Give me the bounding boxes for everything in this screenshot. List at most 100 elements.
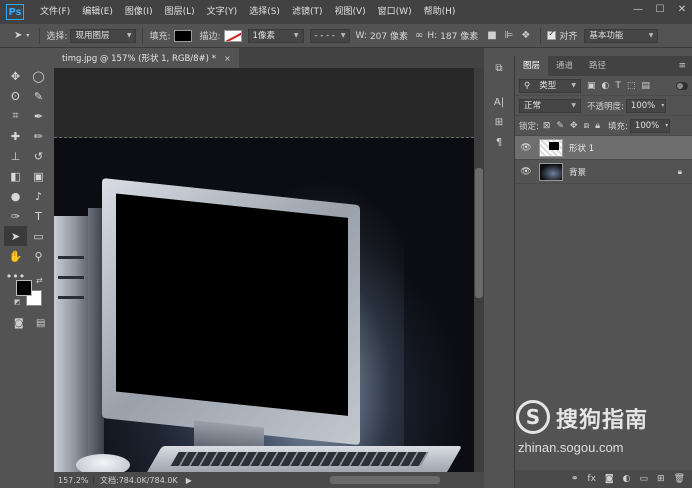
pixel-filter-icon[interactable]: ▣ — [587, 81, 596, 91]
document-tab[interactable]: timg.jpg @ 157% (形状 1, RGB/8#) * × — [54, 48, 239, 68]
paragraph-styles-icon[interactable]: ⊞ — [488, 112, 510, 132]
select-layer-dropdown[interactable]: 现用图层 ▼ — [70, 28, 137, 43]
maximize-icon[interactable]: ☐ — [654, 4, 666, 16]
opacity-field[interactable]: 100% ▾ — [625, 98, 666, 113]
menu-edit[interactable]: 编辑(E) — [76, 0, 119, 24]
align-edges-checkbox[interactable] — [547, 29, 557, 40]
fx-icon[interactable]: fx — [587, 474, 596, 484]
lasso-tool-icon[interactable]: ʘ — [4, 86, 27, 106]
lock-position-icon[interactable]: ✥ — [570, 121, 578, 131]
quick-selection-icon[interactable]: ✎ — [27, 86, 50, 106]
menu-filter[interactable]: 滤镜(T) — [286, 0, 329, 24]
lock-artboard-icon[interactable]: ⧈ — [584, 121, 590, 131]
type-tool-icon[interactable]: T — [27, 206, 50, 226]
layer-filter-row: ⚲ 类型 ▼ ▣ ◐ T ⬚ ▤ — [515, 76, 692, 96]
tab-paths[interactable]: 路径 — [581, 56, 614, 76]
pen-tool-icon[interactable]: ✑ — [4, 206, 27, 226]
dodge-tool-icon[interactable]: ♪ — [27, 186, 50, 206]
blend-mode-dropdown[interactable]: 正常 ▼ — [519, 98, 581, 113]
adjustment-filter-icon[interactable]: ◐ — [602, 81, 610, 91]
tool-preset-chevron-icon[interactable]: ▾ — [26, 32, 29, 39]
zoom-tool-icon[interactable]: ⚲ — [27, 246, 50, 266]
fill-color-swatch[interactable] — [173, 29, 192, 42]
smart-object-filter-icon[interactable]: ▤ — [641, 81, 650, 91]
canvas-vertical-scrollbar[interactable] — [474, 68, 484, 472]
menu-view[interactable]: 视图(V) — [328, 0, 371, 24]
close-tab-icon[interactable]: × — [224, 54, 231, 63]
close-icon[interactable]: ✕ — [676, 4, 688, 16]
panel-menu-icon[interactable]: ≡ — [678, 61, 686, 71]
stroke-width-field[interactable]: 1像素 ▼ — [247, 28, 304, 43]
path-selection-tool-icon[interactable]: ➤ — [4, 226, 27, 246]
path-operations-icon[interactable]: ■ — [487, 30, 496, 41]
healing-brush-icon[interactable]: ✚ — [4, 126, 27, 146]
add-mask-icon[interactable]: ◙ — [605, 474, 614, 484]
foreground-color-swatch[interactable] — [16, 280, 32, 296]
path-arrangement-icon[interactable]: ❖ — [521, 30, 530, 41]
filter-kind-dropdown[interactable]: ⚲ 类型 ▼ — [519, 78, 581, 93]
paragraph-panel-icon[interactable]: ¶ — [488, 132, 510, 152]
rectangle-tool-icon[interactable]: ▭ — [27, 226, 50, 246]
zoom-level[interactable]: 157.2% — [54, 475, 94, 485]
swap-colors-icon[interactable]: ⇄ — [36, 276, 43, 285]
menu-window[interactable]: 窗口(W) — [372, 0, 418, 24]
new-group-icon[interactable]: ▭ — [640, 474, 649, 484]
menu-select[interactable]: 选择(S) — [243, 0, 286, 24]
blend-mode-value: 正常 — [524, 100, 542, 111]
height-value[interactable]: 187 像素 — [440, 29, 478, 42]
lock-all-icon[interactable]: 🔒︎ — [595, 121, 600, 131]
move-tool-icon[interactable]: ✥ — [4, 66, 27, 86]
path-select-tool-icon[interactable]: ➤ — [14, 30, 22, 41]
visibility-eye-icon[interactable]: 👁︎ — [519, 167, 533, 177]
lock-image-icon[interactable]: ✎ — [556, 121, 564, 131]
tab-channels[interactable]: 通道 — [548, 56, 581, 76]
stroke-type-dropdown[interactable]: - - - - ▼ — [309, 28, 350, 43]
history-panel-icon[interactable]: ⧉ — [488, 58, 510, 78]
menu-layer[interactable]: 图层(L) — [159, 0, 201, 24]
fill-field[interactable]: 100% ▾ — [629, 118, 670, 133]
canvas-horizontal-scrollbar[interactable] — [330, 476, 440, 484]
clone-stamp-icon[interactable]: ⊥ — [4, 146, 27, 166]
hand-tool-icon[interactable]: ✋ — [4, 246, 27, 266]
delete-layer-icon[interactable]: 🗑︎ — [674, 474, 685, 484]
status-menu-arrow-icon[interactable]: ▶ — [186, 476, 192, 485]
menu-help[interactable]: 帮助(H) — [418, 0, 462, 24]
path-alignment-icon[interactable]: ⊫ — [505, 30, 514, 41]
character-panel-icon[interactable]: A| — [488, 92, 510, 112]
eraser-tool-icon[interactable]: ◧ — [4, 166, 27, 186]
menu-image[interactable]: 图像(I) — [119, 0, 159, 24]
quick-mask-icon[interactable]: ◙ — [14, 318, 24, 329]
workspace-dropdown[interactable]: 基本功能 ▼ — [584, 28, 659, 43]
elliptical-marquee-icon[interactable]: ◯ — [27, 66, 50, 86]
history-brush-icon[interactable]: ↺ — [27, 146, 50, 166]
blur-tool-icon[interactable]: ● — [4, 186, 27, 206]
screen-mode-icon[interactable]: ▤ — [36, 318, 45, 329]
type-filter-icon[interactable]: T — [615, 81, 621, 91]
lock-transparent-icon[interactable]: ⊠ — [543, 121, 551, 131]
shape-filter-icon[interactable]: ⬚ — [627, 81, 636, 91]
stroke-color-swatch[interactable] — [223, 29, 242, 42]
default-colors-icon[interactable]: ◩ — [14, 298, 21, 306]
brush-tool-icon[interactable]: ✏ — [27, 126, 50, 146]
gradient-tool-icon[interactable]: ▣ — [27, 166, 50, 186]
canvas-area[interactable] — [54, 68, 474, 472]
link-layers-icon[interactable]: ⚭ — [571, 474, 579, 484]
width-value[interactable]: 207 像素 — [370, 29, 408, 42]
layer-row-shape[interactable]: 👁︎ 形状 1 — [515, 136, 692, 160]
layer-row-background[interactable]: 👁︎ 背景 🔒︎ — [515, 160, 692, 184]
eyedropper-icon[interactable]: ✒ — [27, 106, 50, 126]
visibility-eye-icon[interactable]: 👁︎ — [519, 143, 533, 153]
menu-file[interactable]: 文件(F) — [34, 0, 76, 24]
menu-type[interactable]: 文字(Y) — [201, 0, 244, 24]
layer-name[interactable]: 形状 1 — [569, 142, 594, 154]
keyboard — [145, 446, 463, 472]
scrollbar-thumb[interactable] — [475, 168, 483, 298]
filter-toggle[interactable] — [676, 81, 688, 90]
new-adjustment-icon[interactable]: ◐ — [623, 474, 631, 484]
layer-name[interactable]: 背景 — [569, 166, 586, 178]
tab-layers[interactable]: 图层 — [515, 56, 549, 76]
minimize-icon[interactable]: — — [632, 4, 644, 16]
new-layer-icon[interactable]: ⊞ — [657, 474, 665, 484]
link-icon[interactable]: ∞ — [415, 30, 423, 41]
crop-tool-icon[interactable]: ⌗ — [4, 106, 27, 126]
